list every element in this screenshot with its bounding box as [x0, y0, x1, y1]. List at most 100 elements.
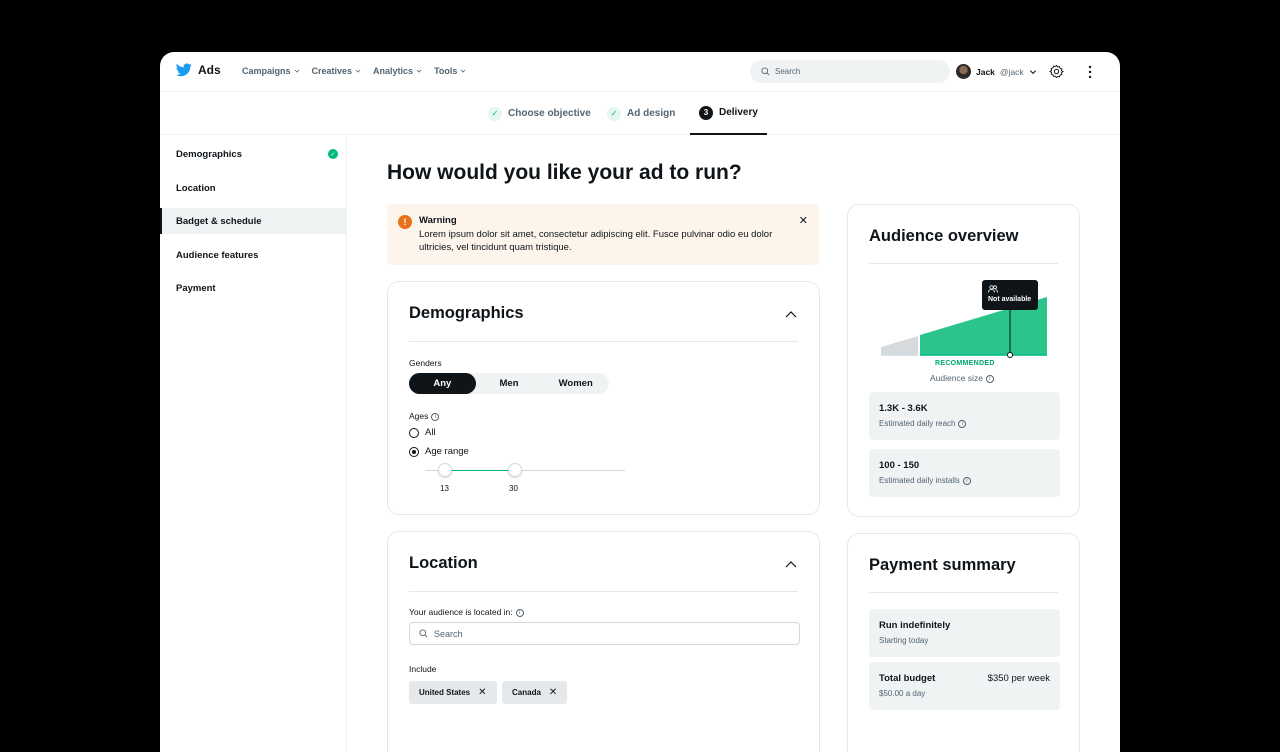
- main-menu: Campaigns Creatives Analytics Tools: [242, 66, 466, 76]
- menu-label: Tools: [434, 66, 458, 76]
- sidebar-item-demographics[interactable]: Demographics ✓: [160, 141, 346, 167]
- located-label: Your audience is located in: i: [409, 607, 524, 617]
- card-title: Location: [409, 554, 478, 572]
- brand-name: Ads: [198, 63, 221, 77]
- budget-amount: $350 per week: [987, 673, 1050, 684]
- ages-label-text: Ages: [409, 411, 429, 421]
- chevron-up-icon[interactable]: [785, 560, 797, 568]
- tooltip-text: Not available: [988, 296, 1032, 303]
- location-search-input[interactable]: Search: [409, 622, 800, 645]
- step-delivery[interactable]: 3 Delivery: [690, 92, 767, 135]
- step-choose-objective[interactable]: ✓ Choose objective: [488, 92, 591, 135]
- search-placeholder: Search: [434, 628, 463, 639]
- sidebar-item-label: Demographics: [176, 148, 242, 160]
- divider: [869, 592, 1058, 593]
- gender-any-button[interactable]: Any: [409, 373, 476, 394]
- menu-label: Analytics: [373, 66, 414, 76]
- stat-label-text: Estimated daily reach: [879, 419, 956, 428]
- check-icon: ✓: [607, 106, 621, 121]
- recommended-label: RECOMMENDED: [935, 360, 995, 367]
- age-range-slider[interactable]: 13 30: [425, 463, 625, 493]
- menu-campaigns[interactable]: Campaigns: [242, 66, 300, 76]
- stat-label: $50.00 a day: [879, 689, 926, 698]
- sidebar-item-payment[interactable]: Payment: [160, 275, 346, 301]
- chip-label: Canada: [512, 688, 541, 697]
- search-input[interactable]: Search: [750, 60, 950, 83]
- menu-tools[interactable]: Tools: [434, 66, 466, 76]
- step-label: Delivery: [719, 107, 758, 118]
- audience-size-text: Audience size: [930, 373, 983, 383]
- age-range-label: Age range: [425, 446, 469, 457]
- slider-fill: [445, 470, 515, 471]
- sidebar: Demographics ✓ Location Badget & schedul…: [160, 135, 347, 752]
- low-audience-area: [881, 336, 918, 355]
- brand-logo[interactable]: Ads: [176, 63, 221, 77]
- info-icon[interactable]: i: [985, 374, 994, 383]
- search-icon: [419, 629, 428, 638]
- audience-overview-card: Audience overview Not available RECOMMEN…: [847, 204, 1080, 517]
- menu-creatives[interactable]: Creatives: [312, 66, 362, 76]
- account-switcher[interactable]: Jack @jack: [956, 64, 1037, 79]
- close-icon[interactable]: ✕: [478, 687, 486, 698]
- stat-value: 1.3K - 3.6K: [879, 403, 928, 414]
- age-min-value: 13: [440, 484, 449, 493]
- location-chip-canada: Canada ✕: [502, 681, 568, 704]
- slider-min-handle[interactable]: [438, 463, 452, 477]
- menu-analytics[interactable]: Analytics: [373, 66, 422, 76]
- chevron-up-icon[interactable]: [785, 310, 797, 318]
- close-icon[interactable]: ✕: [799, 214, 808, 227]
- sidebar-item-location[interactable]: Location: [160, 175, 346, 201]
- info-icon[interactable]: i: [515, 608, 524, 617]
- menu-label: Campaigns: [242, 66, 291, 76]
- tooltip: Not available: [982, 280, 1038, 310]
- more-icon[interactable]: [1086, 65, 1094, 79]
- gender-segmented-control: Any Men Women: [409, 373, 609, 394]
- daily-installs-stat: 100 - 150 Estimated daily installs i: [869, 449, 1060, 497]
- close-icon[interactable]: ✕: [549, 687, 557, 698]
- stat-label: Estimated daily reach i: [879, 419, 967, 428]
- warning-title: Warning: [419, 215, 457, 226]
- divider: [409, 341, 798, 342]
- stat-value: Total budget: [879, 673, 936, 684]
- chevron-down-icon: [355, 69, 361, 73]
- sidebar-item-label: Audience features: [176, 249, 259, 261]
- age-all-radio[interactable]: [409, 428, 419, 438]
- step-label: Choose objective: [508, 108, 591, 119]
- stat-label: Starting today: [879, 636, 929, 645]
- slider-max-handle[interactable]: [508, 463, 522, 477]
- chevron-down-icon: [1029, 69, 1036, 74]
- location-chip-united-states: United States ✕: [409, 681, 497, 704]
- info-icon[interactable]: i: [431, 412, 440, 421]
- warning-banner: ! Warning Lorem ipsum dolor sit amet, co…: [387, 204, 819, 265]
- avatar: [956, 64, 971, 79]
- info-icon[interactable]: i: [958, 419, 967, 428]
- sidebar-item-audience-features[interactable]: Audience features: [160, 242, 346, 268]
- sidebar-item-label: Location: [176, 182, 216, 194]
- info-icon[interactable]: i: [962, 476, 971, 485]
- stat-label-text: Estimated daily installs: [879, 476, 960, 485]
- menu-label: Creatives: [311, 66, 353, 76]
- app-window: Ads Campaigns Creatives Analytics Tools …: [160, 52, 1120, 752]
- age-max-value: 30: [509, 484, 518, 493]
- gender-men-button[interactable]: Men: [476, 373, 543, 394]
- chevron-down-icon: [416, 69, 422, 73]
- stat-label: Estimated daily installs i: [879, 476, 971, 485]
- user-handle: @jack: [999, 66, 1024, 77]
- age-range-radio[interactable]: [409, 447, 419, 457]
- gear-icon[interactable]: [1049, 64, 1064, 79]
- sidebar-item-budget-schedule[interactable]: Badget & schedule: [160, 208, 346, 234]
- step-ad-design[interactable]: ✓ Ad design: [607, 92, 675, 135]
- run-schedule-row: Run indefinitely Starting today: [869, 609, 1060, 657]
- users-icon: [988, 285, 998, 293]
- stat-value: 100 - 150: [879, 460, 920, 471]
- card-title: Payment summary: [869, 556, 1016, 574]
- gender-women-button[interactable]: Women: [542, 373, 609, 394]
- chevron-down-icon: [294, 69, 299, 73]
- total-budget-row: Total budget $350 per week $50.00 a day: [869, 662, 1060, 710]
- card-title: Audience overview: [869, 227, 1019, 245]
- card-title: Demographics: [409, 304, 524, 322]
- divider: [869, 263, 1058, 264]
- genders-label: Genders: [409, 358, 442, 368]
- progress-stepper: ✓ Choose objective ✓ Ad design 3 Deliver…: [160, 92, 1120, 135]
- chevron-down-icon: [461, 69, 466, 73]
